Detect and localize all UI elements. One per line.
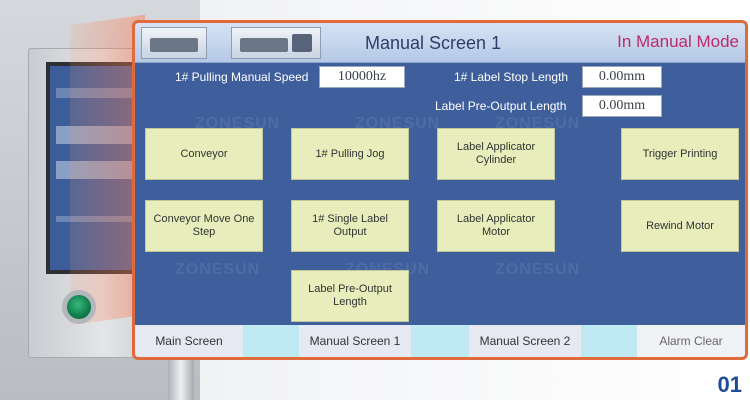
machine-thumbnail-shape (240, 38, 288, 52)
trigger-printing-button[interactable]: Trigger Printing (621, 128, 739, 180)
label-stop-length-label: 1# Label Stop Length (454, 70, 569, 84)
single-label-output-button[interactable]: 1# Single Label Output (291, 200, 409, 252)
conveyor-button[interactable]: Conveyor (145, 128, 263, 180)
watermark: ZONESUN (355, 115, 441, 132)
pulling-jog-button[interactable]: 1# Pulling Jog (291, 128, 409, 180)
rewind-motor-button[interactable]: Rewind Motor (621, 200, 739, 252)
conveyor-move-one-step-button[interactable]: Conveyor Move One Step (145, 200, 263, 252)
hmi-header: Manual Screen 1 In Manual Mode (135, 23, 745, 63)
page-number: 01 (717, 372, 742, 397)
footer-nav: Main Screen Manual Screen 1 Manual Scree… (135, 325, 745, 357)
label-pre-output-length-label: Label Pre-Output Length (435, 99, 567, 113)
label-pre-output-length-field[interactable]: 0.00mm (582, 95, 662, 117)
watermark: ZONESUN (495, 115, 581, 132)
alarm-clear-button[interactable]: Alarm Clear (637, 325, 745, 357)
machine-thumbnail-icon (141, 27, 207, 59)
watermark: ZONESUN (345, 261, 431, 278)
watermark: ZONESUN (175, 261, 261, 278)
footer-spacer (243, 325, 299, 357)
machine-thumbnail-shape (150, 38, 198, 52)
label-applicator-cylinder-button[interactable]: Label Applicator Cylinder (437, 128, 555, 180)
machine-thumbnail-icon (231, 27, 321, 59)
footer-spacer (411, 325, 469, 357)
manual-screen-2-tab[interactable]: Manual Screen 2 (469, 325, 581, 357)
label-applicator-motor-button[interactable]: Label Applicator Motor (437, 200, 555, 252)
manual-screen-1-tab[interactable]: Manual Screen 1 (299, 325, 411, 357)
watermark: ZONESUN (495, 261, 581, 278)
hmi-panel: Manual Screen 1 In Manual Mode 1# Pullin… (132, 20, 748, 360)
pulling-speed-label: 1# Pulling Manual Speed (175, 70, 309, 84)
start-button-icon (62, 290, 96, 324)
footer-spacer (581, 325, 637, 357)
pulling-speed-field[interactable]: 10000hz (319, 66, 405, 88)
watermark: ZONESUN (195, 115, 281, 132)
label-stop-length-field[interactable]: 0.00mm (582, 66, 662, 88)
page-title: Manual Screen 1 (365, 33, 502, 53)
main-screen-tab[interactable]: Main Screen (135, 325, 243, 357)
machine-thumbnail-shape (292, 34, 312, 52)
machine-pole (168, 360, 194, 400)
mode-indicator: In Manual Mode (617, 32, 739, 51)
